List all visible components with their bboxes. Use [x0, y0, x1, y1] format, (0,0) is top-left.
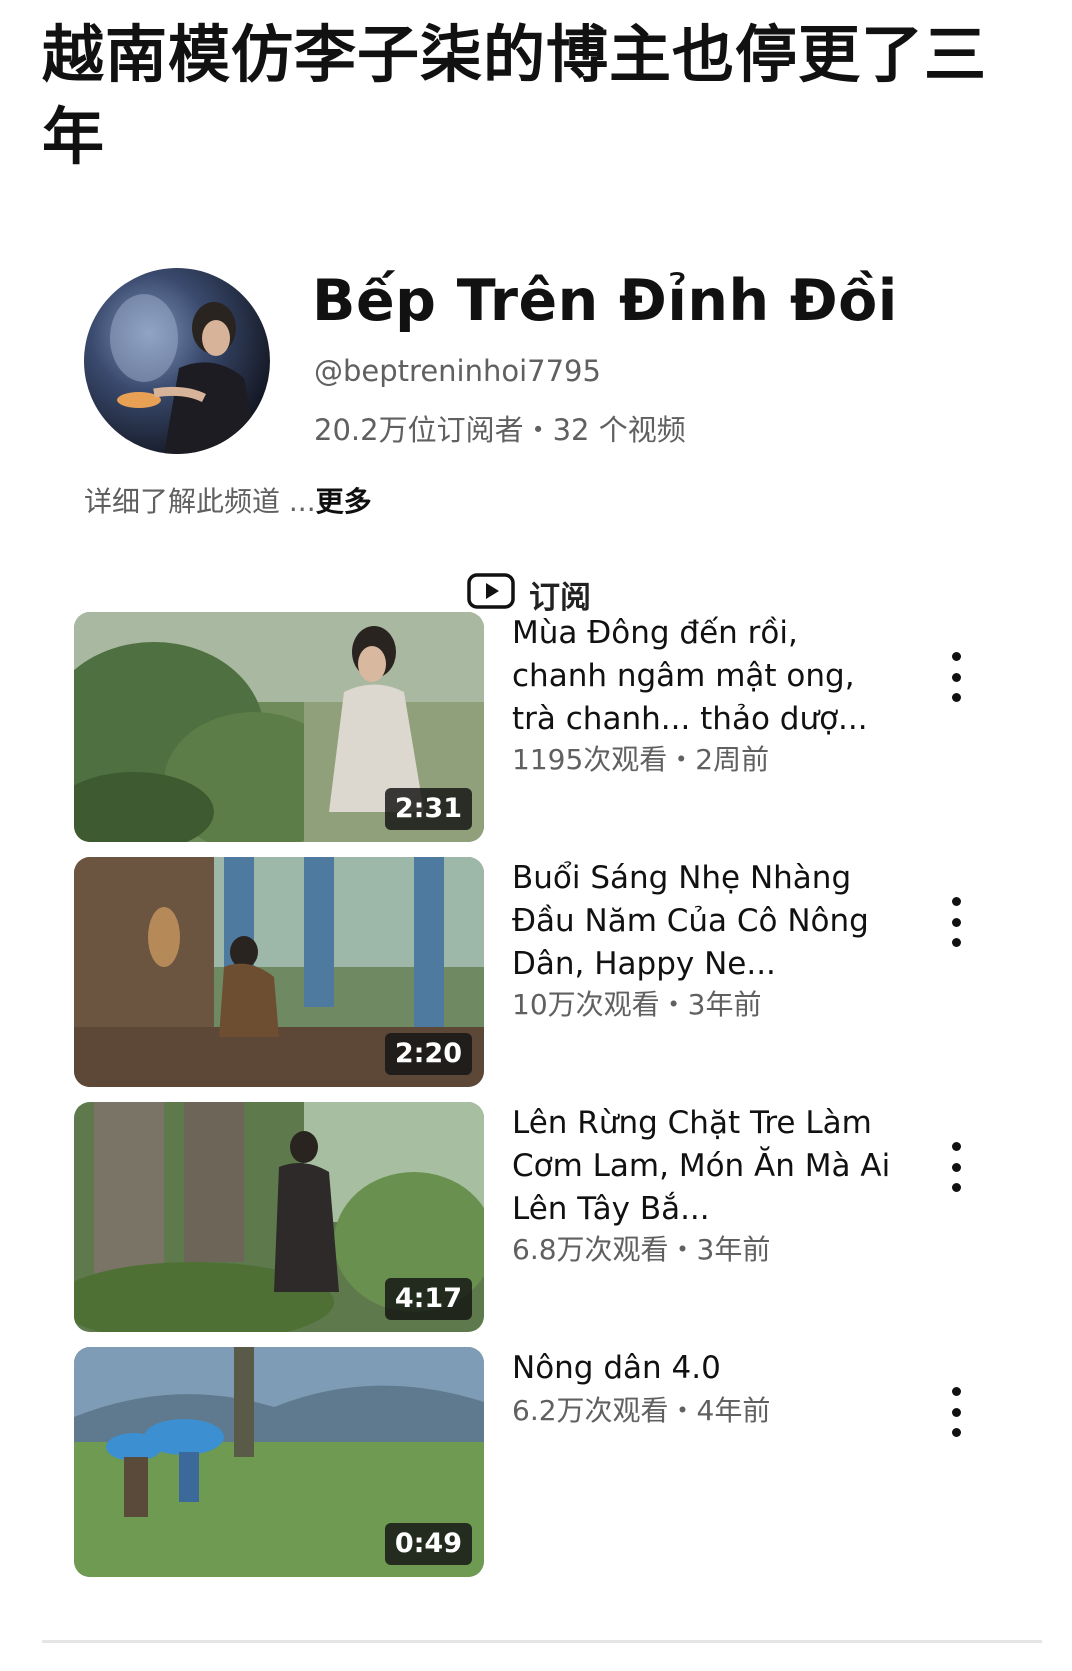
channel-name: Bếp Trên Đỉnh Đồi [312, 268, 898, 334]
video-title[interactable]: Lên Rừng Chặt Tre Làm Cơm Lam, Món Ăn Mà… [512, 1102, 892, 1231]
video-meta: 6.8万次观看・3年前 [512, 1233, 771, 1266]
more-options-icon[interactable] [946, 1142, 966, 1192]
video-meta: 1195次观看・2周前 [512, 743, 770, 776]
channel-description[interactable]: 详细了解此频道 ...更多 [84, 480, 372, 520]
subscribe-label: 订阅 [529, 580, 591, 616]
video-duration: 4:17 [384, 1278, 472, 1320]
video-title[interactable]: Nông dân 4.0 [512, 1347, 892, 1390]
channel-avatar[interactable] [84, 268, 270, 454]
video-thumbnail[interactable]: 4:17 [74, 1102, 484, 1332]
video-item[interactable]: 2:20 Buổi Sáng Nhẹ Nhàng Đầu Năm Của Cô … [74, 857, 1024, 1089]
video-thumbnail[interactable]: 2:31 [74, 612, 484, 842]
more-options-icon[interactable] [946, 897, 966, 947]
video-duration: 2:31 [384, 788, 472, 830]
video-item[interactable]: 4:17 Lên Rừng Chặt Tre Làm Cơm Lam, Món … [74, 1102, 1024, 1334]
channel-description-text: 详细了解此频道 ... [84, 485, 316, 518]
video-title[interactable]: Buổi Sáng Nhẹ Nhàng Đầu Năm Của Cô Nông … [512, 857, 892, 986]
video-duration: 0:49 [384, 1523, 472, 1565]
subscribe-button[interactable]: 订阅 [467, 572, 591, 617]
more-options-icon[interactable] [946, 652, 966, 702]
more-options-icon[interactable] [946, 1387, 966, 1437]
youtube-channel-screenshot: Bếp Trên Đỉnh Đồi @beptreninhoi7795 20.2… [42, 212, 1042, 1644]
divider [42, 1640, 1042, 1643]
video-thumbnail[interactable]: 0:49 [74, 1347, 484, 1577]
video-thumbnail[interactable]: 2:20 [74, 857, 484, 1087]
channel-handle: @beptreninhoi7795 [314, 354, 601, 388]
more-link[interactable]: 更多 [316, 485, 372, 518]
youtube-play-icon [467, 572, 515, 617]
video-item[interactable]: 2:31 Mùa Đông đến rồi, chanh ngâm mật on… [74, 612, 1024, 844]
video-meta: 10万次观看・3年前 [512, 988, 762, 1021]
video-meta: 6.2万次观看・4年前 [512, 1394, 771, 1427]
video-title[interactable]: Mùa Đông đến rồi, chanh ngâm mật ong, tr… [512, 612, 892, 741]
channel-stats: 20.2万位订阅者・32 个视频 [314, 413, 686, 447]
video-duration: 2:20 [384, 1033, 472, 1075]
post-title: 越南模仿李子柒的博主也停更了三年 [42, 18, 988, 173]
video-item[interactable]: 0:49 Nông dân 4.0 6.2万次观看・4年前 [74, 1347, 1024, 1579]
